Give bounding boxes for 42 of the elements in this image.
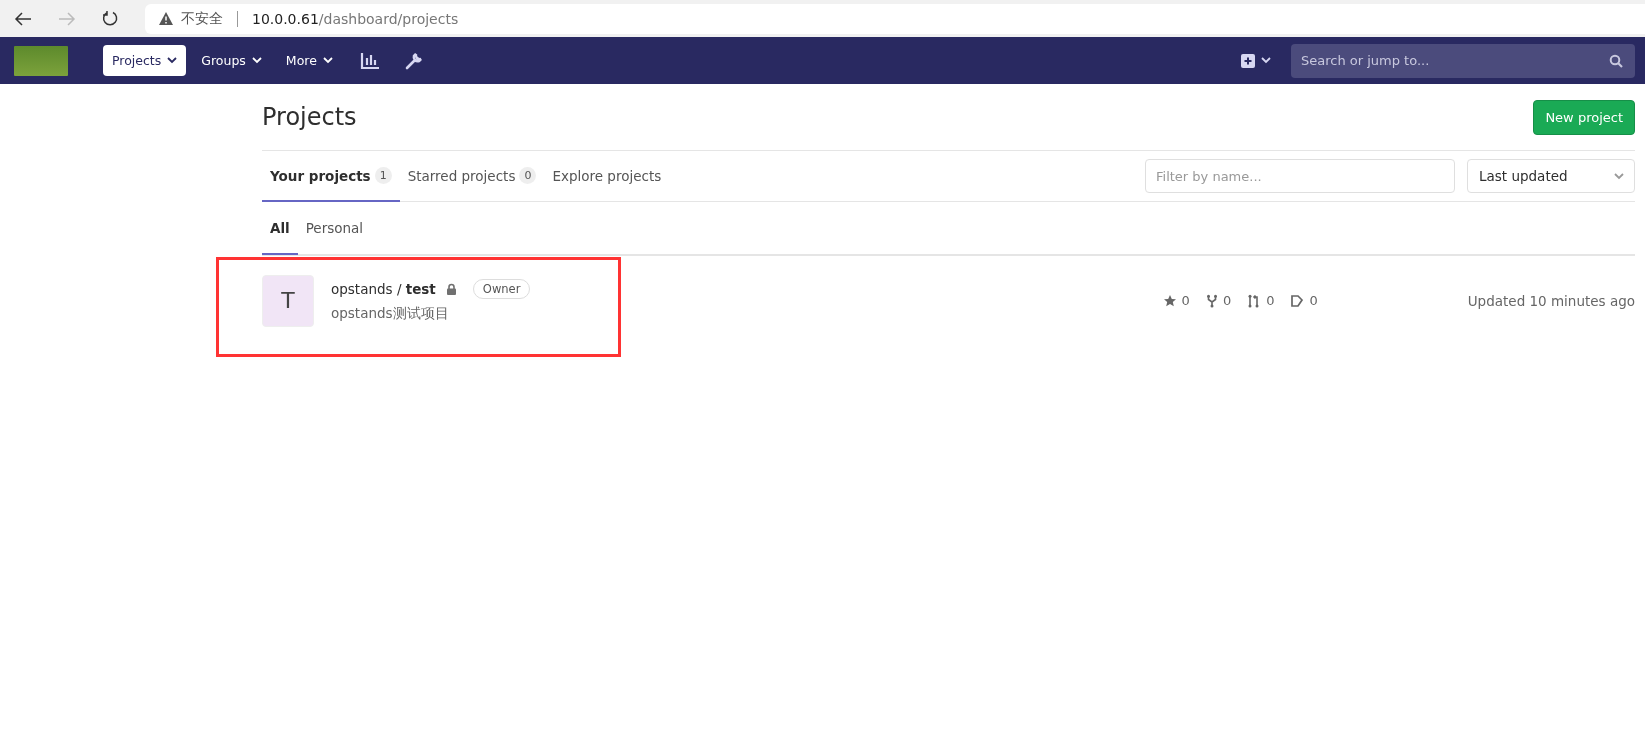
tab[interactable]: Your projects 1 <box>262 151 400 202</box>
nav-menu-item[interactable]: Groups <box>192 45 271 76</box>
bar-chart-icon[interactable] <box>359 51 380 70</box>
stat-count: 0 <box>1309 293 1318 308</box>
caret-icon <box>1261 57 1271 64</box>
new-menu-button[interactable] <box>1241 53 1271 68</box>
stat-count: 0 <box>1181 293 1190 308</box>
url-text: 10.0.0.61/dashboard/projects <box>252 10 459 27</box>
reload-icon[interactable] <box>102 10 119 27</box>
search-field[interactable]: Search or jump to... <box>1291 43 1635 78</box>
search-icon <box>1609 53 1623 68</box>
nav-menu-item[interactable]: More <box>276 45 342 76</box>
subtab[interactable]: All <box>262 202 298 255</box>
issue-icon <box>1290 293 1305 308</box>
tab[interactable]: Explore projects <box>544 151 670 202</box>
security-label: 不安全 <box>181 9 223 28</box>
star-icon <box>1162 293 1177 308</box>
caret-icon <box>1614 172 1624 180</box>
caret-icon <box>251 57 262 64</box>
caret-icon <box>167 57 178 64</box>
warning-icon <box>159 12 173 25</box>
plus-square-icon <box>1241 53 1255 68</box>
project-description: opstands测试项目 <box>331 304 450 323</box>
caret-icon <box>322 57 333 64</box>
tab[interactable]: Starred projects 0 <box>399 151 545 202</box>
page-title: Projects <box>262 103 357 131</box>
stat-count: 0 <box>1266 293 1275 308</box>
address-bar[interactable]: 不安全 10.0.0.61/dashboard/projects <box>145 3 1645 34</box>
nav-menu-item[interactable]: Projects <box>103 45 187 76</box>
stat-count: 0 <box>1222 293 1232 308</box>
project-name-link[interactable]: opstands / test <box>331 280 436 297</box>
sort-dropdown[interactable]: Last updated <box>1467 159 1635 193</box>
updated-time: Updated 10 minutes ago <box>1467 292 1635 309</box>
count-badge: 1 <box>374 167 392 184</box>
count-badge: 0 <box>519 167 537 184</box>
project-avatar[interactable]: T <box>262 274 314 327</box>
filter-field[interactable]: Filter by name... <box>1145 159 1455 193</box>
logo-picture[interactable] <box>14 45 68 76</box>
wrench-icon[interactable] <box>403 50 424 71</box>
subtab[interactable]: Personal <box>297 202 372 255</box>
fork-icon <box>1205 293 1218 308</box>
back-icon[interactable] <box>14 10 32 27</box>
